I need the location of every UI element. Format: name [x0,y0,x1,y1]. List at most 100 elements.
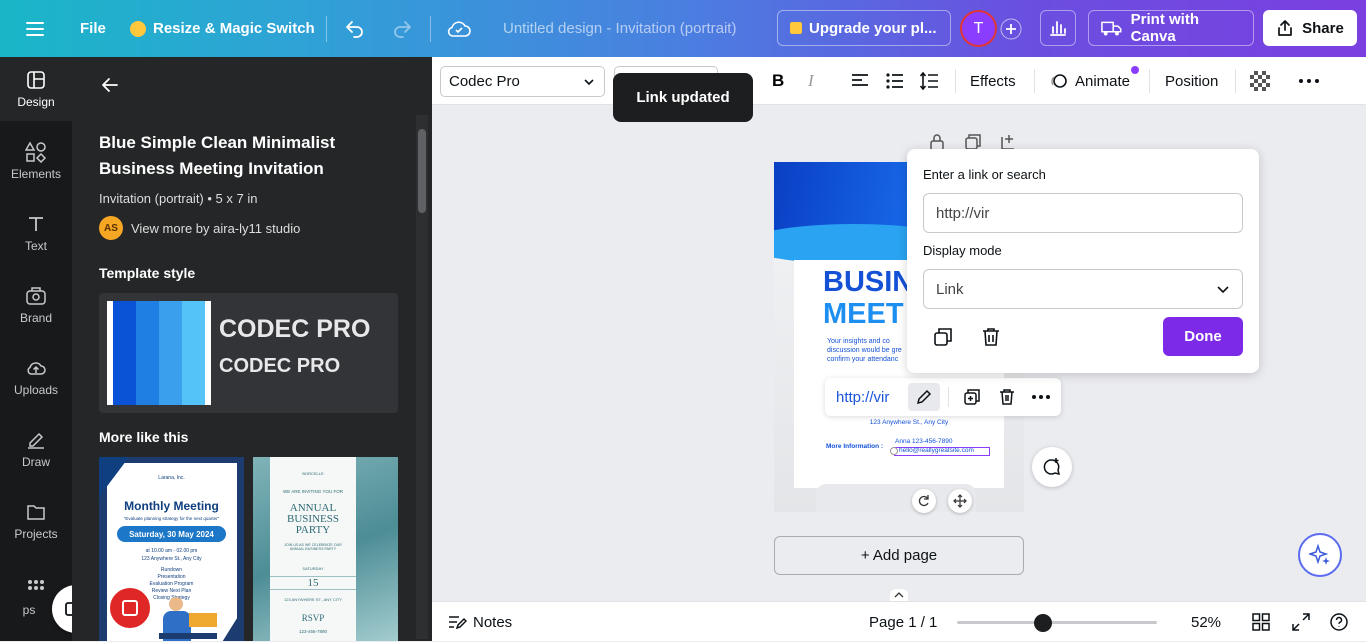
design-panel: Blue Simple Clean Minimalist Business Me… [72,57,432,641]
bold-button[interactable]: B [772,57,784,105]
rail-item-text[interactable]: Text [0,201,72,265]
delete-link-icon[interactable] [982,327,1000,352]
link-input-label: Enter a link or search [923,167,1046,182]
position-button[interactable]: Position [1165,57,1218,105]
upgrade-button[interactable]: Upgrade your pl... [777,10,951,46]
thumb-desc: JOIN US AS WE CELEBRATE OUR ANNUAL BUSIN… [284,543,342,551]
link-context-toolbar: http://vir [825,378,1061,416]
zoom-slider[interactable] [957,614,1157,632]
font-family-value: Codec Pro [449,73,520,90]
redo-icon[interactable] [390,0,414,57]
draw-icon [25,429,47,451]
rail-label: Brand [19,311,53,325]
crown-icon [790,22,802,34]
menu-icon[interactable] [24,0,46,57]
copy-link-icon[interactable] [933,327,953,352]
grid-view-icon[interactable] [1252,613,1270,636]
file-menu[interactable]: File [80,0,106,57]
resize-button[interactable]: Resize & Magic Switch [130,0,315,57]
link-input[interactable] [923,193,1243,233]
template-style-card[interactable]: CODEC PRO CODEC PRO [99,293,398,413]
done-button[interactable]: Done [1163,317,1243,356]
share-button[interactable]: Share [1263,10,1357,46]
divider [955,69,956,93]
panel-scrollbar[interactable] [416,115,428,639]
rotate-icon [918,495,929,507]
bottom-bar: Notes Page 1 / 1 52% [432,601,1366,641]
link-chip-url[interactable]: http://vir [836,378,889,416]
swatch [159,301,182,405]
add-comment-button[interactable] [1032,447,1072,487]
rotate-handle[interactable] [912,489,936,513]
font-preview-small: CODEC PRO [219,355,341,377]
rail-item-uploads[interactable]: Uploads [0,345,72,409]
swatch [136,301,159,405]
spacing-icon[interactable] [919,71,939,96]
thumb-date: Saturday, 30 May 2024 [117,526,226,542]
upgrade-label: Upgrade your pl... [809,19,937,37]
rail-item-design[interactable]: Design [0,57,72,121]
address-text: 123 Anywhere St., Any City [869,419,949,426]
rail-label: Elements [10,167,62,181]
scrollbar-thumb[interactable] [418,129,426,213]
zoom-slider-thumb[interactable] [1034,614,1052,632]
divider [1034,69,1035,93]
help-icon[interactable] [1330,613,1348,636]
animate-button[interactable]: Animate [1049,57,1130,105]
analytics-icon[interactable] [1040,10,1076,46]
display-mode-select[interactable]: Link [923,269,1243,309]
zoom-percentage[interactable]: 52% [1180,602,1232,642]
move-handle[interactable] [948,489,972,513]
effects-button[interactable]: Effects [970,57,1016,105]
undo-icon[interactable] [343,0,367,57]
more-options-icon[interactable] [1031,388,1051,411]
show-pages-handle[interactable] [890,589,908,601]
projects-icon [25,501,47,523]
stop-icon [122,600,138,616]
record-stop-button[interactable] [107,585,153,631]
share-icon [1278,20,1292,36]
divider [948,387,949,407]
rail-item-brand[interactable]: Brand [0,273,72,337]
chevron-down-icon [1217,286,1229,294]
document-title[interactable]: Untitled design - Invitation (portrait) [503,0,736,57]
print-button[interactable]: Print with Canva [1088,10,1254,46]
author-link[interactable]: View more by aira-ly11 studio [131,221,300,236]
transparency-icon[interactable] [1250,71,1270,91]
author-avatar: AS [99,216,123,240]
template-thumbnail[interactable]: BORCELLE WE ARE INVITING YOU FOR ANNUAL … [253,457,398,641]
italic-button[interactable]: I [808,57,814,105]
more-info-label: More Information : [826,443,884,450]
cloud-save-icon[interactable] [446,0,472,57]
font-family-select[interactable]: Codec Pro [440,66,605,97]
print-label: Print with Canva [1130,11,1199,45]
email-link-text[interactable]: hello@reallygreatsite.com [894,447,990,456]
more-options-icon[interactable] [1298,71,1320,96]
back-arrow-icon[interactable] [100,75,120,100]
rail-item-projects[interactable]: Projects [0,489,72,553]
rail-item-draw[interactable]: Draw [0,417,72,481]
trash-icon[interactable] [999,388,1015,411]
notes-button[interactable]: Notes [447,602,512,642]
thumb-address: 123 ANYWHERE ST., ANY CITY [284,597,342,602]
fullscreen-icon[interactable] [1292,613,1310,636]
add-page-button[interactable]: + Add page [774,536,1024,575]
list-icon[interactable] [885,71,905,96]
people-illustration [159,593,217,641]
rail-item-elements[interactable]: Elements [0,129,72,193]
resize-handle[interactable] [890,447,898,455]
display-mode-label: Display mode [923,243,1002,258]
text-icon [25,213,47,235]
magic-assistant-button[interactable] [1298,533,1342,577]
edit-link-button[interactable] [908,383,940,411]
thumb-day: 15 [270,576,356,590]
headline: BUSIN MEET [823,266,913,330]
align-left-icon[interactable] [850,71,870,96]
rail-label: Projects [14,527,58,541]
avatar[interactable]: T [960,10,997,47]
page-indicator[interactable]: Page 1 / 1 [869,602,937,642]
thumb-contact: 123-456-7890 [298,629,328,634]
divider [430,16,431,42]
add-collaborator-icon[interactable] [997,10,1025,47]
copy-icon[interactable] [963,388,981,411]
